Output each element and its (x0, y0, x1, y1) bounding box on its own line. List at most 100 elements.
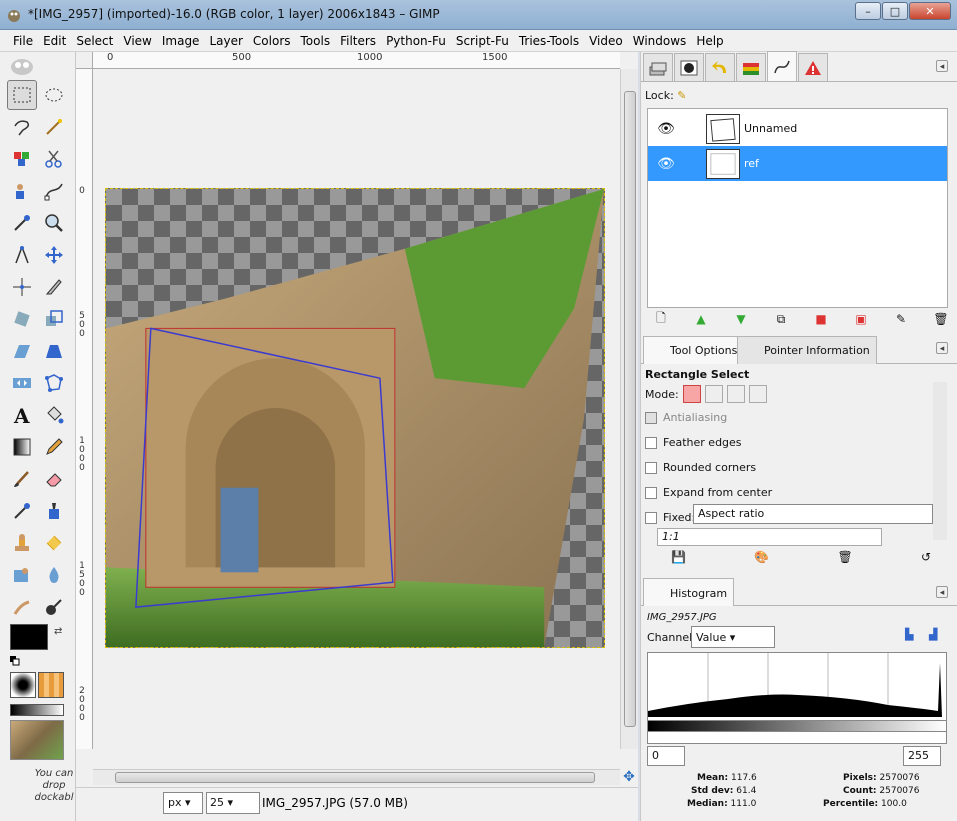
paint-along-path-icon[interactable]: ✎ (891, 310, 911, 328)
tool-options-scrollbar[interactable] (933, 382, 947, 540)
menu-layer[interactable]: Layer (204, 34, 247, 48)
menu-tools[interactable]: Tools (296, 34, 336, 48)
scissors-tool[interactable] (39, 144, 69, 174)
menu-script-fu[interactable]: Script-Fu (451, 34, 514, 48)
layer-row[interactable]: 👁 Unnamed (648, 111, 947, 146)
tab-histogram[interactable]: Histogram (643, 578, 735, 606)
tab-tool-options[interactable]: Tool Options (643, 336, 745, 364)
menu-windows[interactable]: Windows (628, 34, 692, 48)
delete-options-icon[interactable]: 🗑 (837, 550, 852, 568)
menu-colors[interactable]: Colors (248, 34, 296, 48)
active-image-thumbnail[interactable] (10, 720, 64, 760)
flip-tool[interactable] (7, 368, 37, 398)
feather-edges-checkbox[interactable] (645, 436, 657, 449)
foreground-color-swatch[interactable] (10, 624, 48, 650)
tab-pointer-information[interactable]: Pointer Information (737, 336, 877, 364)
lower-layer-icon[interactable]: ▼ (731, 310, 751, 328)
menu-help[interactable]: Help (691, 34, 728, 48)
mode-subtract-button[interactable] (726, 385, 745, 403)
crop-tool[interactable] (39, 272, 69, 302)
duplicate-layer-icon[interactable]: ⧉ (771, 310, 791, 328)
tab-layers[interactable] (643, 53, 673, 81)
tab-channels[interactable] (674, 53, 704, 81)
log-histogram-icon[interactable]: ▟ (929, 628, 937, 641)
tab-undo-history[interactable] (705, 53, 735, 81)
dodge-burn-tool[interactable] (39, 592, 69, 622)
scale-tool[interactable] (39, 304, 69, 334)
histogram-gradient-bar[interactable] (647, 720, 947, 732)
expand-from-center-checkbox[interactable] (645, 486, 657, 499)
menu-filters[interactable]: Filters (335, 34, 381, 48)
range-max-field[interactable]: 255 (903, 746, 941, 766)
menu-video[interactable]: Video (584, 34, 628, 48)
airbrush-tool[interactable] (7, 496, 37, 526)
bucket-fill-tool[interactable] (39, 400, 69, 430)
rounded-corners-checkbox[interactable] (645, 461, 657, 474)
dock-menu-icon[interactable]: ◂ (936, 342, 948, 354)
navigate-icon[interactable]: ✥ (620, 769, 638, 785)
option-antialiasing[interactable]: Antialiasing (645, 405, 950, 430)
paths-tool[interactable] (39, 176, 69, 206)
anchor-stroke-icon[interactable]: ■ (811, 310, 831, 328)
mode-intersect-button[interactable] (748, 385, 767, 403)
menu-select[interactable]: Select (71, 34, 118, 48)
text-tool[interactable]: A (7, 400, 37, 430)
restore-options-icon[interactable]: 🎨 (754, 550, 769, 568)
select-by-color-tool[interactable] (7, 144, 37, 174)
eraser-tool[interactable] (39, 464, 69, 494)
heal-tool[interactable] (39, 528, 69, 558)
color-picker-tool[interactable] (7, 208, 37, 238)
free-select-tool[interactable] (7, 112, 37, 142)
raise-layer-icon[interactable]: ▲ (691, 310, 711, 328)
tab-error-console[interactable] (798, 53, 828, 81)
horizontal-scrollbar-thumb[interactable] (115, 772, 595, 783)
vertical-scrollbar-thumb[interactable] (624, 91, 636, 727)
rotate-tool[interactable] (7, 304, 37, 334)
eye-icon[interactable]: 👁 (654, 156, 678, 172)
foreground-select-tool[interactable] (7, 176, 37, 206)
linear-histogram-icon[interactable]: ▙ (905, 628, 913, 641)
eye-icon[interactable]: 👁 (654, 121, 678, 137)
option-feather-edges[interactable]: Feather edges (645, 430, 950, 455)
range-min-field[interactable]: 0 (647, 746, 685, 766)
menu-file[interactable]: File (8, 34, 38, 48)
tab-palettes[interactable] (736, 53, 766, 81)
blend-tool[interactable] (7, 432, 37, 462)
measure-tool[interactable] (7, 240, 37, 270)
zoom-tool[interactable] (39, 208, 69, 238)
unit-select[interactable]: px ▾ (163, 792, 203, 814)
layer-row[interactable]: 👁 ref (648, 146, 947, 181)
align-tool[interactable] (7, 272, 37, 302)
pattern-preview[interactable] (38, 672, 64, 698)
perspective-tool[interactable] (39, 336, 69, 366)
delete-layer-icon[interactable]: 🗑 (931, 310, 951, 328)
channel-select[interactable]: Value ▾ (691, 626, 775, 648)
cage-tool[interactable] (39, 368, 69, 398)
horizontal-scrollbar[interactable] (93, 769, 620, 785)
perspective-clone-tool[interactable] (7, 560, 37, 590)
save-options-icon[interactable]: 💾 (671, 550, 686, 568)
selection-to-path-icon[interactable]: ▣ (851, 310, 871, 328)
menu-python-fu[interactable]: Python-Fu (381, 34, 451, 48)
ellipse-select-tool[interactable] (39, 80, 69, 110)
lock-pen-icon[interactable]: ✎ (677, 89, 686, 102)
dock-menu-icon[interactable]: ◂ (936, 586, 948, 598)
maximize-button[interactable]: □ (882, 2, 908, 20)
zoom-select[interactable]: 25 ▾ (206, 792, 260, 814)
antialiasing-checkbox[interactable] (645, 411, 657, 424)
mode-replace-button[interactable] (682, 385, 701, 403)
ink-tool[interactable] (39, 496, 69, 526)
gradient-preview[interactable] (10, 704, 64, 716)
clone-tool[interactable] (7, 528, 37, 558)
vertical-ruler[interactable]: 0 5 0 0 1 0 0 0 1 5 0 0 2 0 0 0 (76, 69, 93, 749)
blur-tool[interactable] (39, 560, 69, 590)
fixed-select[interactable]: Aspect ratio (693, 504, 933, 524)
horizontal-ruler[interactable]: 0 500 1000 1500 (93, 52, 620, 69)
fuzzy-select-tool[interactable] (39, 112, 69, 142)
image-canvas[interactable] (105, 188, 605, 648)
swap-colors-icon[interactable]: ⇄ (54, 626, 62, 637)
minimize-button[interactable]: – (855, 2, 881, 20)
tab-paths[interactable] (767, 51, 797, 81)
vertical-scrollbar[interactable] (620, 69, 638, 749)
menu-tries-tools[interactable]: Tries-Tools (514, 34, 584, 48)
